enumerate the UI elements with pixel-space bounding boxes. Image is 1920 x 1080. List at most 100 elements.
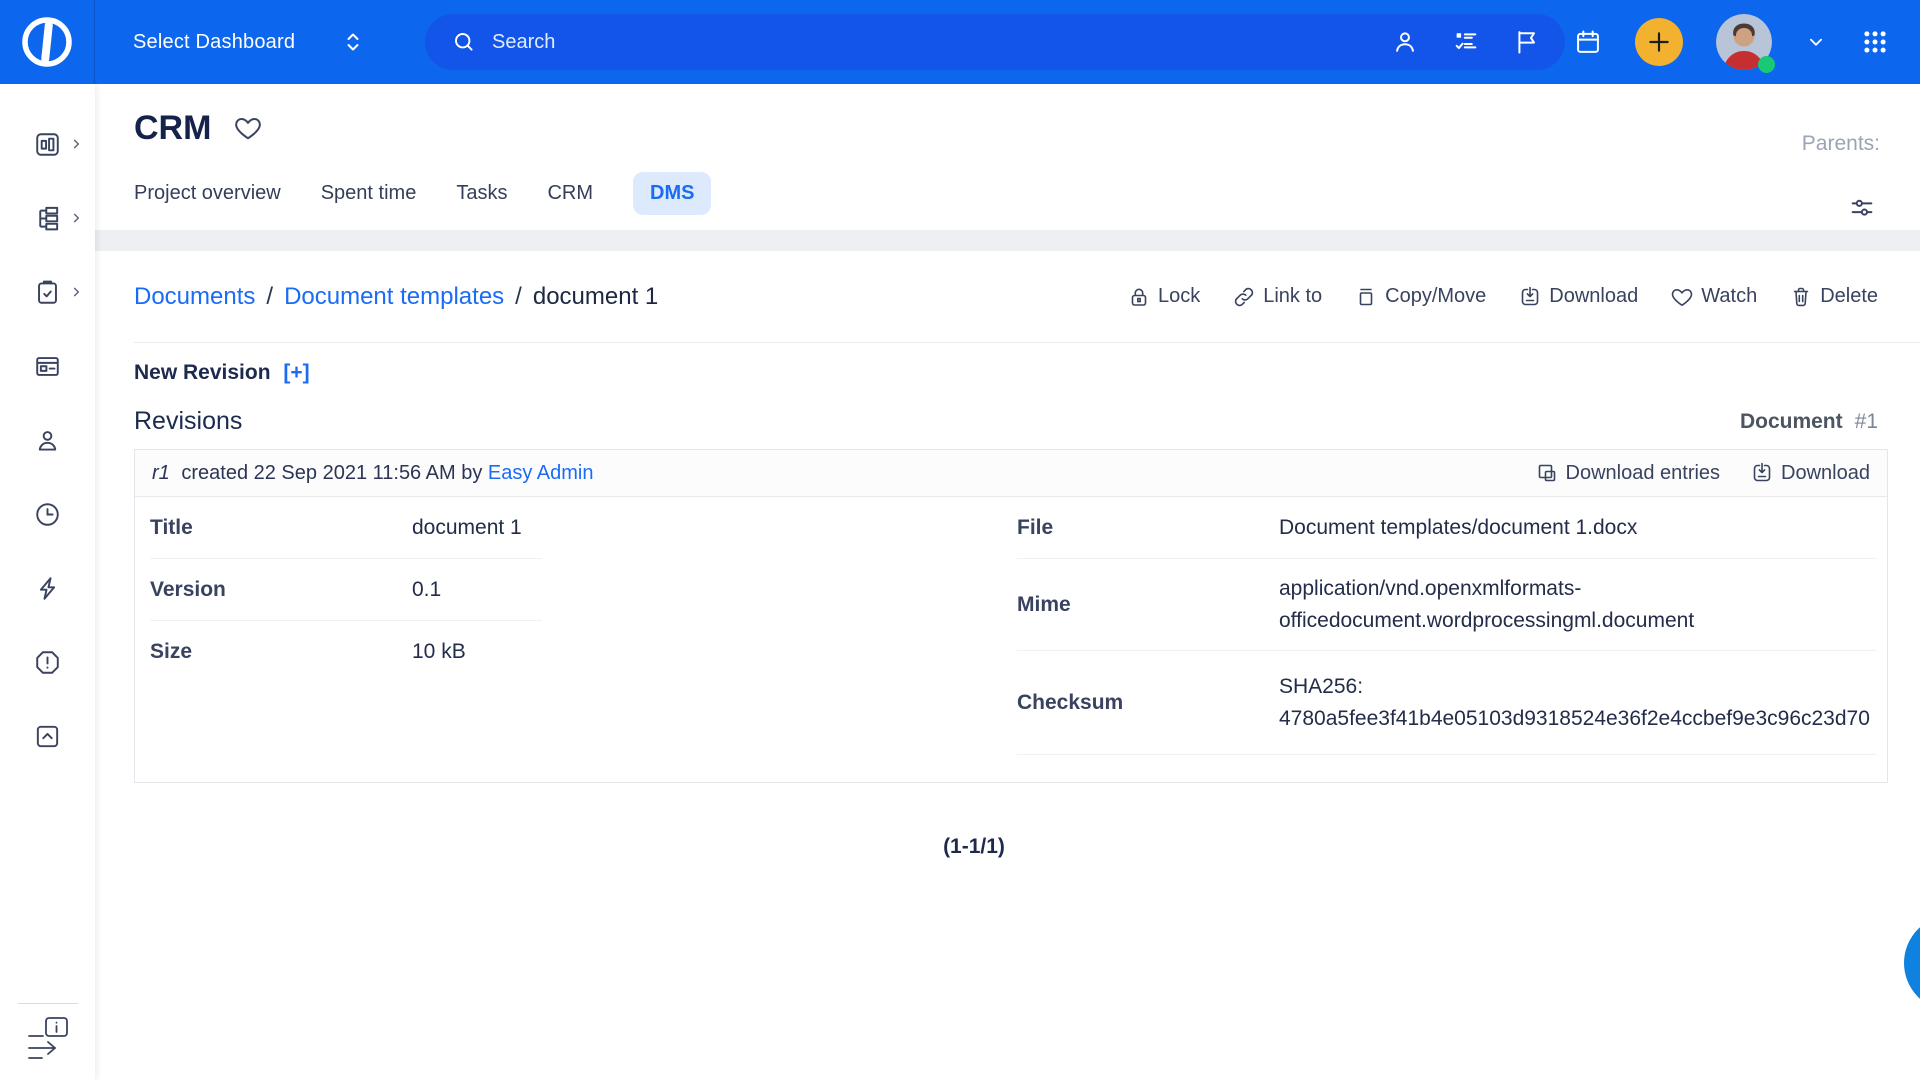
parents-label: Parents:	[1802, 132, 1880, 156]
heart-icon	[1670, 285, 1694, 309]
sidebar-divider	[18, 1003, 78, 1004]
field-value: application/vnd.openxmlformats-officedoc…	[1279, 573, 1839, 636]
download-revision-button[interactable]: Download	[1750, 461, 1870, 485]
chevron-down-icon[interactable]	[1805, 31, 1827, 53]
search-input[interactable]	[492, 31, 1539, 54]
download-button[interactable]: Download	[1518, 285, 1638, 309]
app-logo[interactable]	[0, 0, 95, 84]
dashboard-selector[interactable]: Select Dashboard	[133, 31, 295, 54]
field-label: File	[1017, 516, 1279, 540]
tab-spent-time[interactable]: Spent time	[321, 172, 417, 215]
copy-icon	[1354, 285, 1378, 309]
page-title: CRM	[134, 108, 211, 148]
action-label: Download	[1781, 462, 1870, 485]
revision-fields-left: Title document 1 Version 0.1 Size 10 kB	[150, 497, 542, 683]
document-reference: Document#1	[1740, 410, 1878, 434]
add-button[interactable]	[1635, 18, 1683, 66]
users-icon	[33, 426, 62, 455]
sidebar-footer	[0, 1003, 95, 1066]
lightning-icon	[33, 574, 62, 603]
sidebar-item-projects[interactable]	[0, 181, 95, 255]
breadcrumb-current: document 1	[533, 283, 658, 311]
action-label: Link to	[1263, 285, 1322, 308]
flag-icon[interactable]	[1513, 28, 1541, 56]
tab-project-overview[interactable]: Project overview	[134, 172, 281, 215]
download-icon	[1518, 285, 1542, 309]
browser-window-icon	[33, 352, 62, 381]
sidebar-item-tasks[interactable]	[0, 255, 95, 329]
sidebar-item-quick-actions[interactable]	[0, 551, 95, 625]
breadcrumb-document-templates[interactable]: Document templates	[284, 283, 504, 311]
document-reference-number: #1	[1855, 410, 1878, 433]
field-checksum: Checksum SHA256: 4780a5fee3f41b4e05103d9…	[1017, 651, 1877, 755]
sidebar-item-users[interactable]	[0, 403, 95, 477]
new-revision-row: New Revision [+]	[134, 361, 1920, 385]
calendar-icon[interactable]	[1574, 28, 1602, 56]
action-label: Copy/Move	[1385, 285, 1486, 308]
breadcrumb-separator: /	[515, 283, 522, 311]
field-version: Version 0.1	[150, 559, 542, 621]
clipboard-check-icon	[33, 278, 62, 307]
trash-icon	[1789, 285, 1813, 309]
pagination: (1-1/1)	[134, 835, 1814, 859]
search-icon	[451, 29, 477, 55]
tab-tasks[interactable]: Tasks	[456, 172, 507, 215]
user-avatar[interactable]	[1716, 14, 1772, 70]
heart-icon[interactable]	[233, 113, 263, 143]
download-entries-button[interactable]: Download entries	[1535, 461, 1721, 485]
topbar: Select Dashboard	[0, 0, 1920, 84]
breadcrumb-documents[interactable]: Documents	[134, 283, 255, 311]
revision-number: r1	[152, 462, 170, 484]
topbar-right-cluster	[1391, 0, 1890, 84]
document-actions: Lock Link to Copy/Move	[1127, 285, 1878, 309]
left-sidebar	[0, 84, 95, 1080]
field-label: Size	[150, 640, 412, 664]
field-file: File Document templates/document 1.docx	[1017, 497, 1877, 559]
tab-dms[interactable]: DMS	[633, 172, 711, 215]
header-divider-band	[95, 230, 1920, 251]
watch-button[interactable]: Watch	[1670, 285, 1757, 309]
project-tabs: Project overview Spent time Tasks CRM DM…	[134, 172, 1920, 215]
lock-button[interactable]: Lock	[1127, 285, 1200, 309]
revisions-heading: Revisions	[134, 407, 242, 436]
chevron-right-icon	[71, 213, 82, 224]
chevron-right-icon	[71, 139, 82, 150]
collapse-arrow-icon[interactable]	[25, 1040, 71, 1066]
sliders-icon[interactable]	[1848, 194, 1876, 222]
chevron-up-down-icon[interactable]	[341, 29, 365, 55]
alert-octagon-icon	[33, 648, 62, 677]
checklist-icon[interactable]	[1452, 28, 1480, 56]
checksum-hash: 4780a5fee3f41b4e05103d9318524e36f2e4ccbe…	[1279, 707, 1870, 730]
tab-crm[interactable]: CRM	[547, 172, 593, 215]
new-revision-add-button[interactable]: [+]	[283, 361, 309, 384]
field-label: Checksum	[1017, 691, 1279, 715]
user-icon[interactable]	[1391, 28, 1419, 56]
delete-button[interactable]: Delete	[1789, 285, 1878, 309]
copy-entries-icon	[1535, 461, 1559, 485]
action-label: Delete	[1820, 285, 1878, 308]
field-value: Document templates/document 1.docx	[1279, 512, 1637, 544]
info-icon[interactable]	[25, 1016, 71, 1040]
action-label: Download	[1549, 285, 1638, 308]
easy-project-logo-icon	[15, 10, 79, 74]
sidebar-item-dashboards[interactable]	[0, 107, 95, 181]
apps-grid-icon[interactable]	[1860, 27, 1890, 57]
project-tree-icon	[33, 204, 62, 233]
plus-icon	[1646, 29, 1672, 55]
sidebar-item-alerts[interactable]	[0, 625, 95, 699]
sidebar-item-upgrade[interactable]	[0, 699, 95, 773]
link-to-button[interactable]: Link to	[1232, 285, 1322, 309]
project-header: CRM Parents: Project overview Spent time…	[95, 84, 1920, 230]
copy-move-button[interactable]: Copy/Move	[1354, 285, 1486, 309]
field-label: Version	[150, 578, 412, 602]
action-label: Download entries	[1566, 462, 1721, 485]
download-icon	[1750, 461, 1774, 485]
field-mime: Mime application/vnd.openxmlformats-offi…	[1017, 559, 1877, 651]
checksum-algorithm: SHA256:	[1279, 671, 1870, 703]
revision-author-link[interactable]: Easy Admin	[488, 462, 594, 484]
sidebar-item-boards[interactable]	[0, 329, 95, 403]
breadcrumb: Documents / Document templates / documen…	[134, 283, 658, 311]
link-icon	[1232, 285, 1256, 309]
sidebar-item-time[interactable]	[0, 477, 95, 551]
breadcrumb-separator: /	[266, 283, 273, 311]
